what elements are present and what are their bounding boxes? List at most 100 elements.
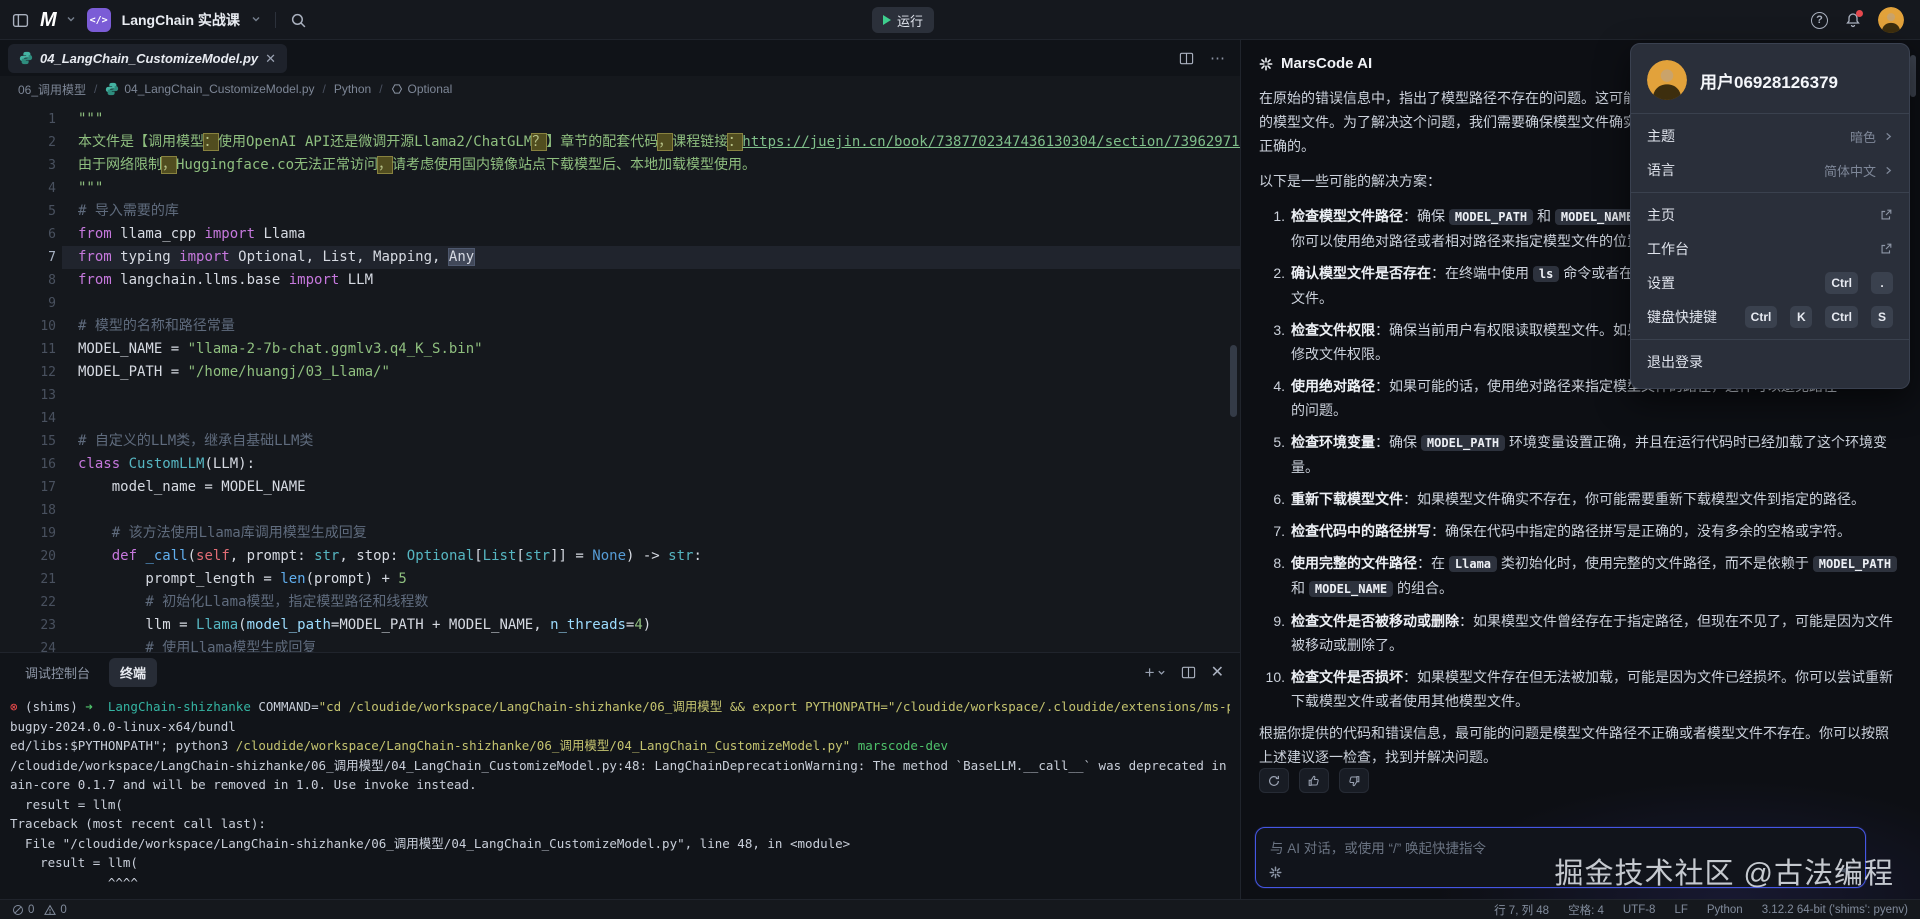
status-item[interactable]: LF — [1674, 904, 1687, 916]
chevron-down-icon[interactable] — [66, 11, 76, 29]
line-number: 16 — [0, 453, 56, 476]
user-menu-item[interactable]: 语言简体中文 — [1631, 153, 1909, 187]
user-menu-item[interactable]: 主页 — [1631, 198, 1909, 232]
line-number: 6 — [0, 223, 56, 246]
code-line[interactable]: model_name = MODEL_NAME — [78, 476, 1240, 499]
terminal-output[interactable]: ⊗ (shims) ➜ LangChain-shizhanke COMMAND=… — [10, 697, 1230, 897]
line-number: 7 — [0, 246, 56, 269]
editor-scrollbar[interactable] — [1230, 345, 1237, 417]
regenerate-button[interactable] — [1259, 768, 1289, 793]
status-item[interactable]: 行 7, 列 48 — [1494, 902, 1549, 918]
marscode-logo[interactable]: M — [40, 9, 55, 32]
keycap: Ctrl — [1745, 306, 1778, 328]
code-line[interactable]: from typing import Optional, List, Mappi… — [78, 246, 1240, 269]
terminal-line: Traceback (most recent call last): — [10, 814, 1230, 834]
code-line[interactable]: prompt_length = len(prompt) + 5 — [78, 568, 1240, 591]
code-line[interactable]: # 自定义的LLM类，继承自基础LLM类 — [78, 430, 1240, 453]
warning-triangle-icon — [44, 904, 56, 916]
code-line[interactable] — [78, 407, 1240, 430]
line-number: 17 — [0, 476, 56, 499]
project-name[interactable]: LangChain 实战课 — [122, 10, 240, 30]
terminal-tab[interactable]: 调试控制台 — [14, 658, 101, 687]
terminal-tab[interactable]: 终端 — [109, 658, 157, 687]
user-menu-item[interactable]: 键盘快捷键CtrlKCtrlS — [1631, 300, 1909, 334]
ai-paragraph: 根据你提供的代码和错误信息，最可能的问题是模型文件路径不正确或者模型文件不存在。… — [1259, 721, 1902, 769]
close-panel-icon[interactable]: ✕ — [1211, 662, 1224, 682]
keycap: K — [1790, 306, 1812, 328]
code-line[interactable]: llm = Llama(model_path=MODEL_PATH + MODE… — [78, 614, 1240, 637]
user-menu-item[interactable]: 设置Ctrl. — [1631, 266, 1909, 300]
line-number: 1 — [0, 108, 56, 131]
line-number: 11 — [0, 338, 56, 361]
code-line[interactable]: # 初始化Llama模型，指定模型路径和线程数 — [78, 591, 1240, 614]
split-editor-icon[interactable] — [1179, 51, 1194, 66]
breadcrumb-item[interactable]: Python — [334, 82, 371, 96]
marscode-ai-icon — [1259, 57, 1273, 71]
marscode-icon[interactable] — [1269, 866, 1282, 879]
ai-panel-scrollbar[interactable] — [1910, 55, 1916, 97]
code-line[interactable]: # 使用Llama模型生成回复 — [78, 637, 1240, 652]
code-line[interactable]: from llama_cpp import Llama — [78, 223, 1240, 246]
username: 用户06928126379 — [1700, 68, 1838, 93]
run-button[interactable]: 运行 — [872, 7, 934, 33]
thumbs-up-button[interactable] — [1299, 768, 1329, 793]
code-line[interactable]: """ — [78, 177, 1240, 200]
line-number: 4 — [0, 177, 56, 200]
user-avatar[interactable] — [1878, 7, 1904, 33]
user-menu-item[interactable]: 工作台 — [1631, 232, 1909, 266]
thumbs-down-button[interactable] — [1339, 768, 1369, 793]
keycap: Ctrl — [1825, 272, 1858, 294]
code-editor[interactable]: 123456789101112131415161718192021222324 … — [0, 102, 1240, 652]
error-circle-indicator[interactable]: 0 — [12, 904, 34, 916]
code-line[interactable] — [78, 499, 1240, 522]
search-icon[interactable] — [290, 12, 307, 29]
user-menu-item[interactable]: 主题暗色 — [1631, 119, 1909, 153]
terminal-line: ^^^^ — [10, 873, 1230, 893]
code-line[interactable] — [78, 292, 1240, 315]
line-number: 22 — [0, 591, 56, 614]
line-number: 8 — [0, 269, 56, 292]
sidebar-toggle-icon[interactable] — [12, 12, 29, 29]
code-line[interactable] — [78, 384, 1240, 407]
status-item[interactable]: 空格: 4 — [1568, 902, 1604, 918]
status-bar: 00 行 7, 列 48 空格: 4 UTF-8 LF Python 3.12.2 64-… — [0, 899, 1920, 919]
close-icon[interactable]: ✕ — [265, 52, 276, 65]
editor-tab[interactable]: 04_LangChain_CustomizeModel.py ✕ — [8, 44, 287, 73]
chevron-down-icon[interactable] — [251, 11, 261, 29]
code-line[interactable]: MODEL_PATH = "/home/huangj/03_Llama/" — [78, 361, 1240, 384]
new-terminal-button[interactable]: + — [1145, 664, 1166, 681]
line-number: 19 — [0, 522, 56, 545]
terminal-line: ain-core 0.1.7 and will be removed in 1.… — [10, 775, 1230, 795]
code-line[interactable]: from langchain.llms.base import LLM — [78, 269, 1240, 292]
code-line[interactable]: def _call(self, prompt: str, stop: Optio… — [78, 545, 1240, 568]
ai-list-item: 7.检查代码中的路径拼写：确保在代码中指定的路径拼写是正确的，没有多余的空格或字… — [1259, 519, 1902, 543]
user-menu-item[interactable]: 退出登录 — [1631, 345, 1909, 379]
top-bar: M </> LangChain 实战课 运行 ? — [0, 0, 1920, 40]
breadcrumb-item[interactable]: 06_调用模型 — [18, 81, 86, 98]
code-line[interactable]: # 该方法使用Llama库调用模型生成回复 — [78, 522, 1240, 545]
line-number: 14 — [0, 407, 56, 430]
notifications-bell-icon[interactable] — [1845, 12, 1861, 28]
user-menu: 用户06928126379 主题暗色语言简体中文主页工作台设置Ctrl.键盘快捷… — [1630, 43, 1910, 389]
code-line[interactable]: # 导入需要的库 — [78, 200, 1240, 223]
warning-triangle-indicator[interactable]: 0 — [44, 904, 66, 916]
more-actions-icon[interactable]: ⋯ — [1210, 49, 1226, 67]
terminal-panel: 调试控制台终端 + ✕ ⊗ (shims) ➜ LangChain-shizha… — [0, 652, 1240, 899]
code-line[interactable]: """ — [78, 108, 1240, 131]
help-icon[interactable]: ? — [1811, 12, 1828, 29]
status-item[interactable]: UTF-8 — [1623, 904, 1656, 916]
ai-list-item: 10.检查文件是否损坏：如果模型文件存在但无法被加载，可能是因为文件已经损坏。你… — [1259, 665, 1902, 713]
breadcrumb-item[interactable]: 04_LangChain_CustomizeModel.py — [105, 82, 314, 96]
status-item[interactable]: 3.12.2 64-bit ('shims': pyenv) — [1762, 904, 1908, 916]
breadcrumb-item[interactable]: Optional — [391, 82, 453, 96]
code-line[interactable]: class CustomLLM(LLM): — [78, 453, 1240, 476]
line-number: 23 — [0, 614, 56, 637]
code-line[interactable]: 由于网络限制，Huggingface.co无法正常访问，请考虑使用国内镜像站点下… — [78, 154, 1240, 177]
code-line[interactable]: 本文件是【调用模型：使用OpenAI API还是微调开源Llama2/ChatG… — [78, 131, 1240, 154]
inline-code-chip: MODEL_NAME — [1309, 581, 1393, 597]
split-terminal-icon[interactable] — [1181, 665, 1196, 680]
code-line[interactable]: # 模型的名称和路径常量 — [78, 315, 1240, 338]
code-line[interactable]: MODEL_NAME = "llama-2-7b-chat.ggmlv3.q4_… — [78, 338, 1240, 361]
status-item[interactable]: Python — [1707, 904, 1743, 916]
breadcrumb-separator: / — [379, 82, 382, 96]
